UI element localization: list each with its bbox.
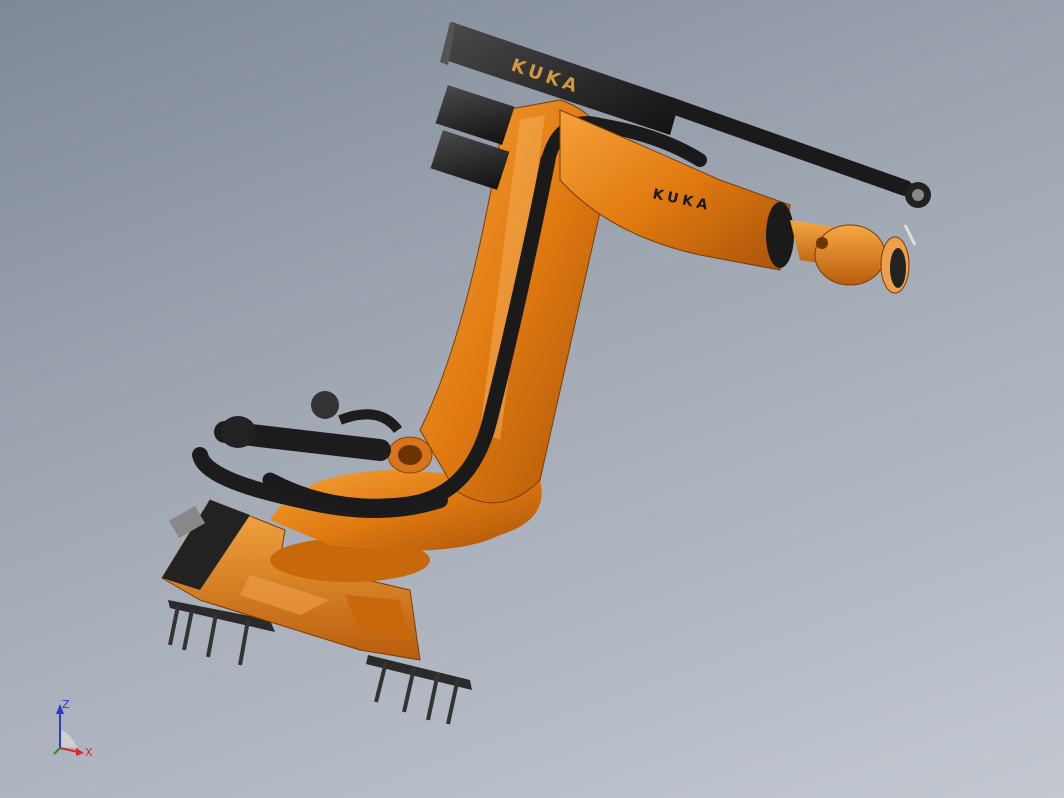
- base-plate-right: [366, 655, 472, 725]
- robot-upper-arm[interactable]: KUKA: [559, 109, 860, 271]
- x-axis-label: X: [85, 746, 93, 759]
- robot-model[interactable]: KUKA KUKA: [0, 0, 1064, 798]
- cad-viewport[interactable]: KUKA KUKA Z X: [0, 0, 1064, 798]
- coordinate-triad: Z X: [53, 698, 93, 759]
- robot-wrist[interactable]: [814, 224, 917, 294]
- x-axis: [59, 747, 79, 753]
- z-axis-label: Z: [62, 698, 70, 711]
